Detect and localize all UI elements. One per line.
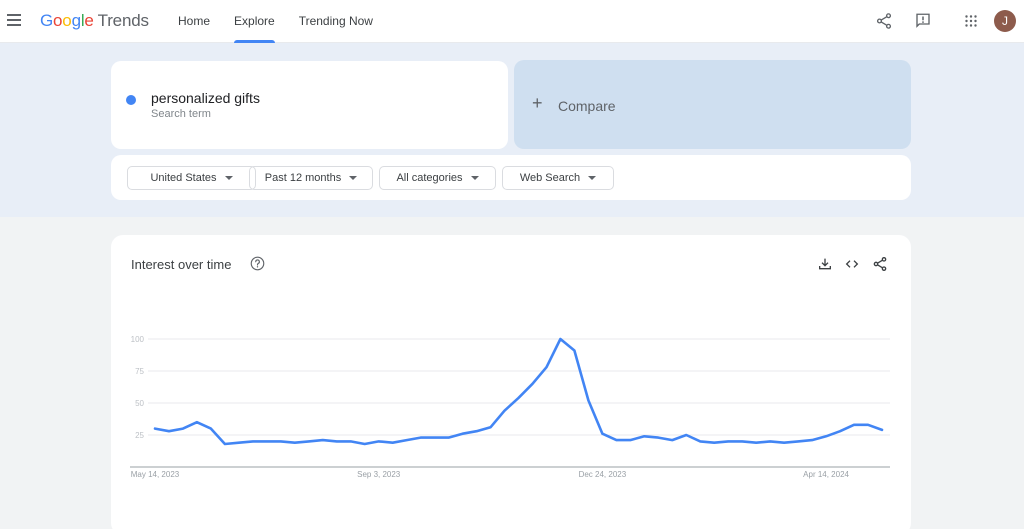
- logo-letter: o: [53, 11, 63, 30]
- nav-explore[interactable]: Explore: [222, 0, 287, 43]
- logo-letter: e: [84, 11, 94, 30]
- logo-letter: o: [62, 11, 72, 30]
- download-icon[interactable]: [817, 256, 833, 272]
- nav-home[interactable]: Home: [166, 0, 222, 43]
- dropdown-caret-icon: [470, 176, 479, 180]
- term-color-dot: [126, 95, 136, 105]
- search-term-subtitle: Search term: [151, 108, 211, 120]
- search-term[interactable]: personalized gifts: [151, 90, 260, 106]
- logo-product-name: Trends: [97, 11, 149, 30]
- apps-icon[interactable]: [962, 12, 980, 30]
- filter-region[interactable]: United States: [127, 166, 256, 190]
- filter-category[interactable]: All categories: [379, 166, 496, 190]
- google-trends-logo[interactable]: Google Trends: [40, 11, 149, 31]
- embed-icon[interactable]: [844, 256, 860, 272]
- dropdown-caret-icon: [224, 176, 233, 180]
- feedback-icon[interactable]: [914, 12, 932, 30]
- avatar[interactable]: J: [994, 10, 1016, 32]
- top-bar: Google Trends Home Explore Trending Now J: [0, 0, 1024, 43]
- filter-bar: United States Past 12 months All categor…: [111, 155, 911, 200]
- interest-over-time-card: Interest over time: [111, 235, 911, 529]
- filter-time-range[interactable]: Past 12 months: [249, 166, 373, 190]
- chart-title: Interest over time: [131, 257, 232, 272]
- plus-icon: +: [532, 93, 543, 113]
- logo-letter: g: [71, 11, 81, 30]
- compare-label: Compare: [558, 98, 616, 114]
- share-icon[interactable]: [875, 12, 893, 30]
- main-nav: Home Explore Trending Now: [166, 0, 385, 43]
- search-term-card[interactable]: personalized gifts Search term: [111, 61, 508, 149]
- logo-letter: G: [40, 11, 54, 30]
- nav-trending-now[interactable]: Trending Now: [287, 0, 385, 43]
- dropdown-caret-icon: [349, 176, 358, 180]
- filter-label: Past 12 months: [264, 172, 342, 184]
- menu-icon[interactable]: [7, 14, 21, 26]
- help-icon[interactable]: [250, 256, 265, 271]
- filter-label: All categories: [396, 172, 463, 184]
- filter-label: United States: [150, 172, 217, 184]
- dropdown-caret-icon: [588, 176, 597, 180]
- filter-label: Web Search: [519, 172, 581, 184]
- share-chart-icon[interactable]: [872, 256, 888, 272]
- filter-search-type[interactable]: Web Search: [502, 166, 614, 190]
- compare-button[interactable]: + Compare: [514, 60, 911, 149]
